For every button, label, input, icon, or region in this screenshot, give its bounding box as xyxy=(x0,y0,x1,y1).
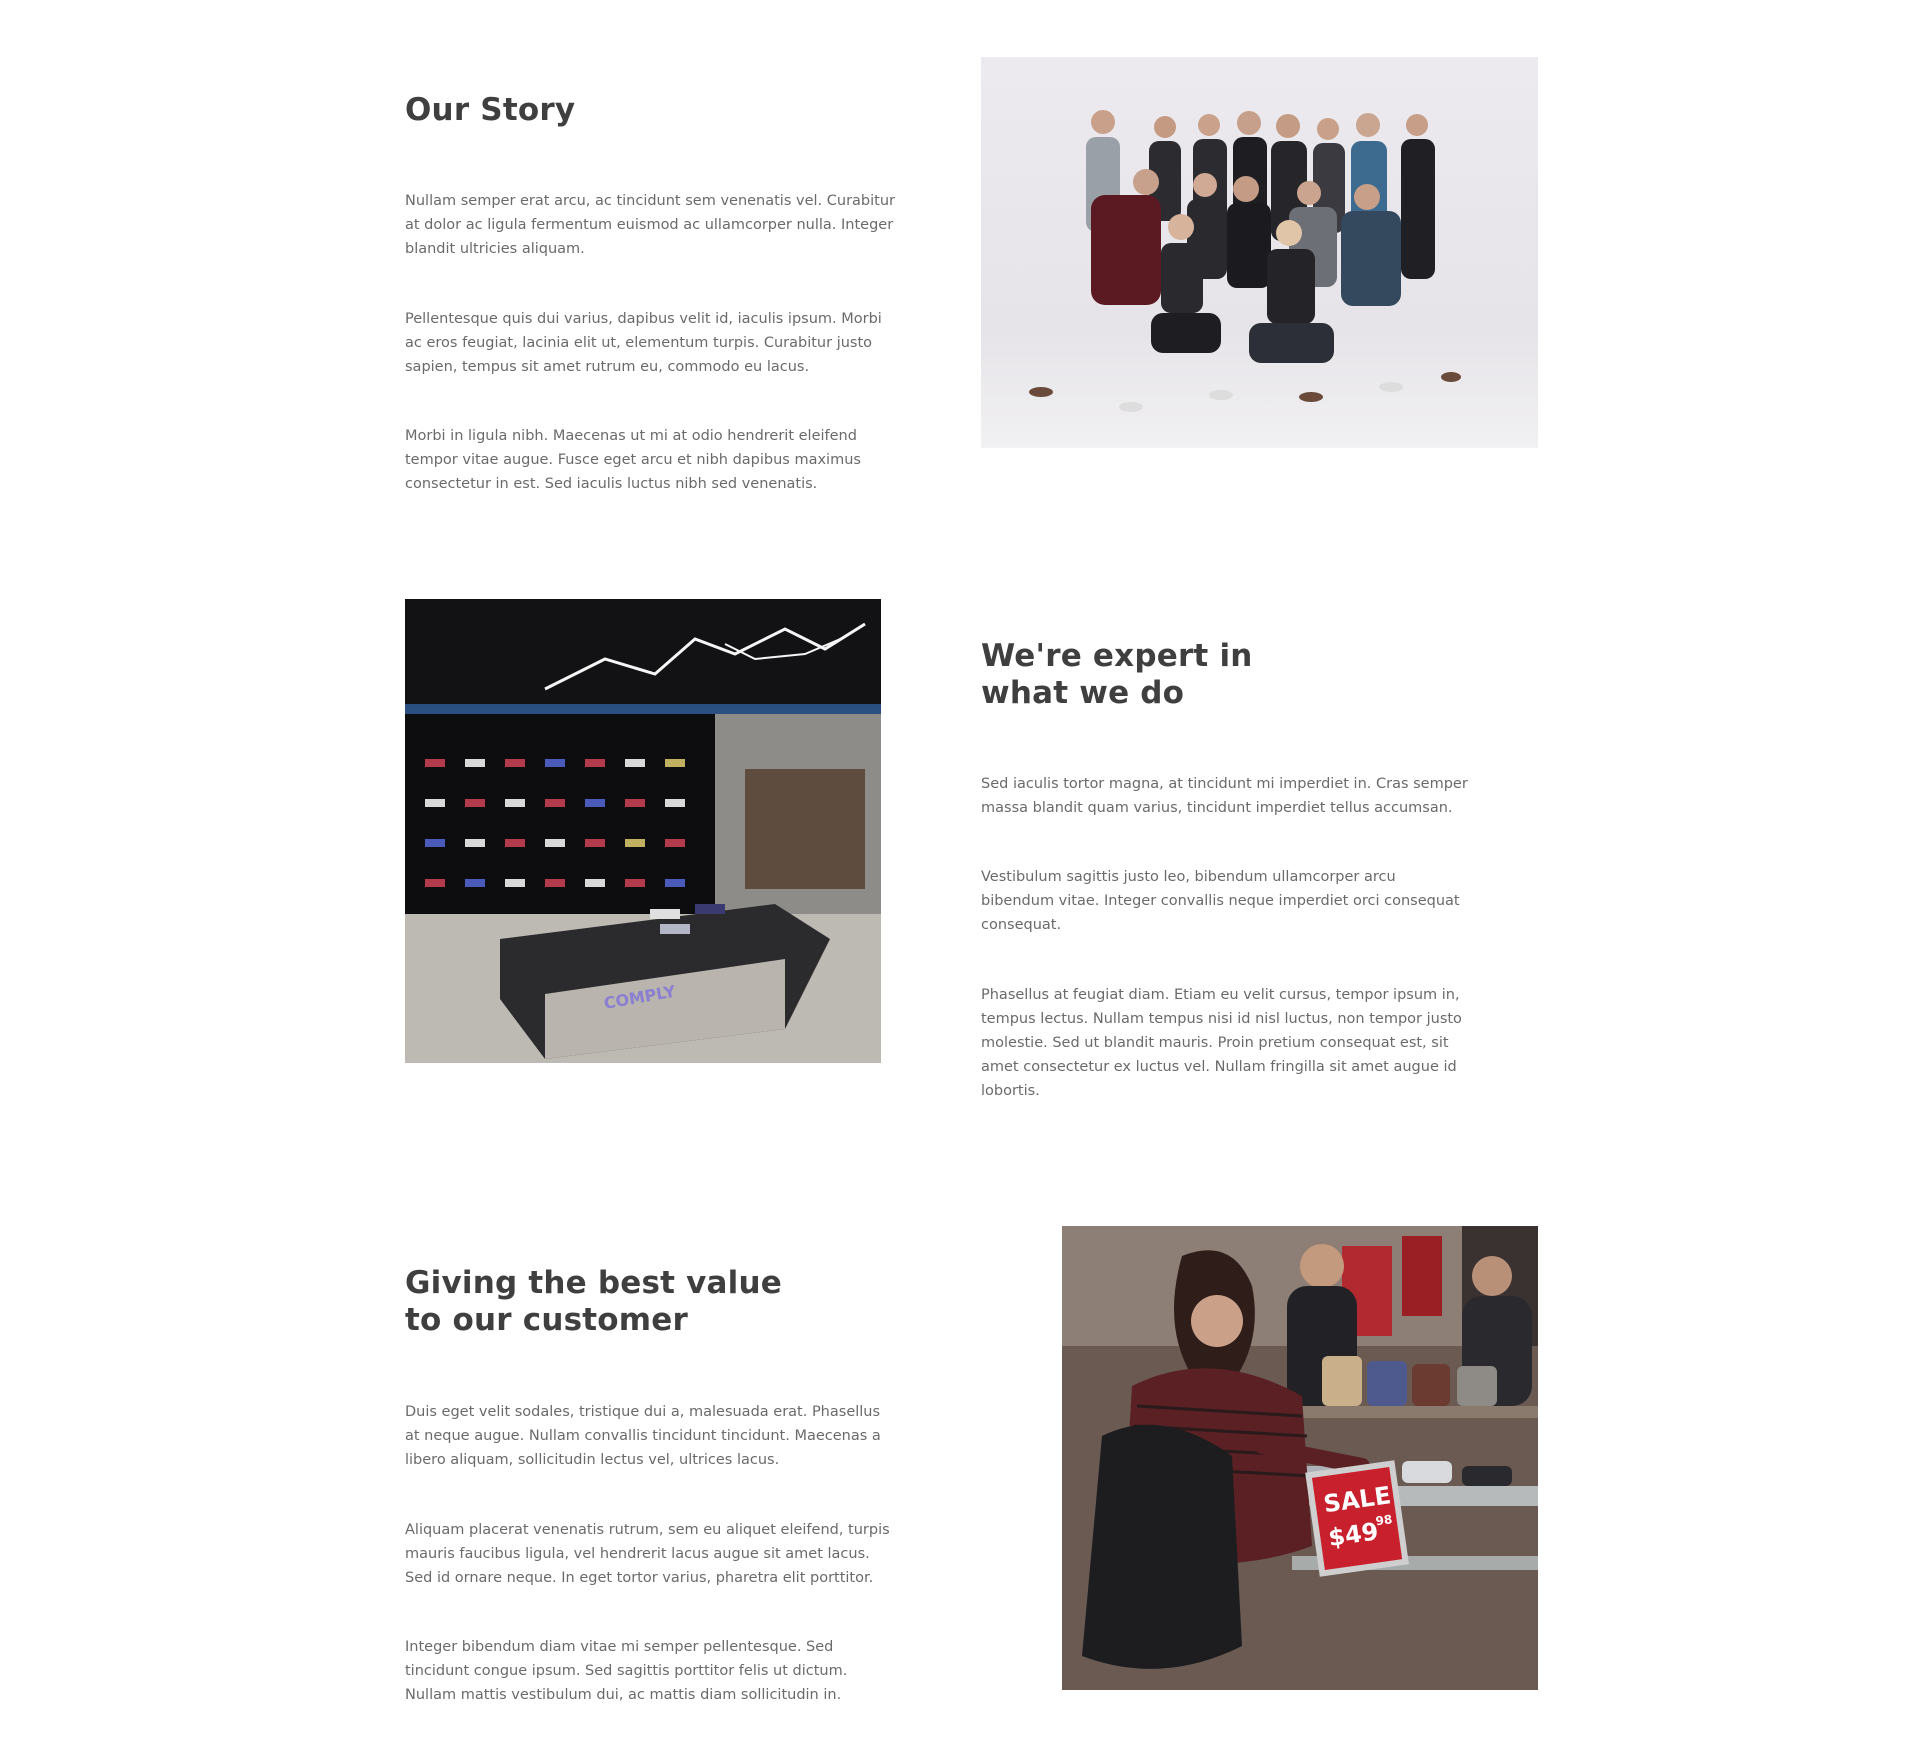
expert-heading: We're expert in what we do xyxy=(981,638,1253,711)
expert-paragraph-2: Vestibulum sagittis justo leo, bibendum … xyxy=(981,869,1460,933)
shopper-photo: SALE $49 98 xyxy=(1062,1226,1538,1690)
store-interior-photo: COMPLY xyxy=(405,599,881,1063)
our-story-paragraph-2: Pellentesque quis dui varius, dapibus ve… xyxy=(405,311,882,375)
expert-paragraph-3: Phasellus at feugiat diam. Etiam eu veli… xyxy=(981,987,1462,1099)
our-story-paragraph-3: Morbi in ligula nibh. Maecenas ut mi at … xyxy=(405,428,861,492)
sale-sign: SALE $49 98 xyxy=(1305,1460,1409,1577)
best-value-heading: Giving the best value to our customer xyxy=(405,1265,782,1338)
our-story-heading: Our Story xyxy=(405,92,576,128)
our-story-paragraph-1: Nullam semper erat arcu, ac tincidunt se… xyxy=(405,193,895,257)
expert-paragraph-1: Sed iaculis tortor magna, at tincidunt m… xyxy=(981,776,1468,816)
best-value-paragraph-3: Integer bibendum diam vitae mi semper pe… xyxy=(405,1639,848,1703)
best-value-paragraph-1: Duis eget velit sodales, tristique dui a… xyxy=(405,1404,881,1468)
team-photo xyxy=(981,57,1538,448)
best-value-paragraph-2: Aliquam placerat venenatis rutrum, sem e… xyxy=(405,1522,890,1586)
sale-price-cents: 98 xyxy=(1375,1512,1393,1528)
